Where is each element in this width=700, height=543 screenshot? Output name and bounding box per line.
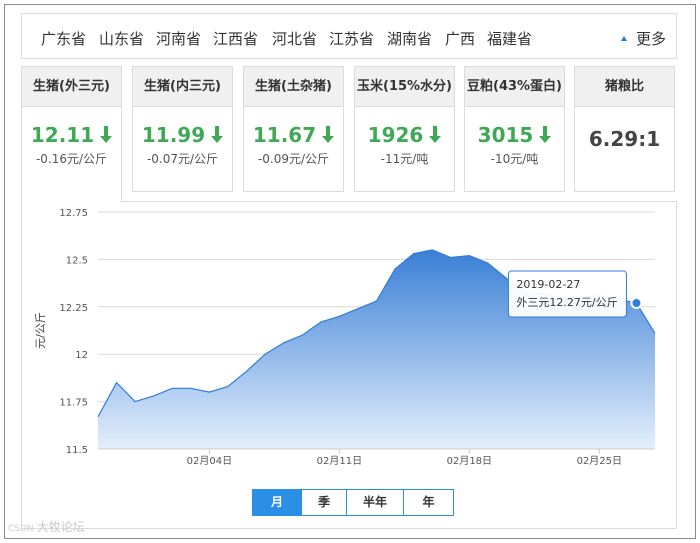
chart-panel: 12.75 12.5 12.25 12 11.75 11.5 元/公斤 02月04日 02月11… <box>21 201 677 529</box>
arrow-down-icon <box>322 126 335 144</box>
more-label: 更多 <box>635 30 666 48</box>
watermark-logo: CSDN <box>8 524 34 534</box>
watermark: CSDN 大牧论坛 <box>8 518 85 535</box>
card-price: 3015 <box>465 123 564 147</box>
highlight-point <box>630 297 643 310</box>
tab-quarter[interactable]: 季 <box>302 490 347 515</box>
arrow-down-icon <box>100 126 113 144</box>
y-tick-label: 12.75 <box>59 208 88 219</box>
x-tick-label: 02月04日 <box>187 455 232 467</box>
card-change: -10元/吨 <box>490 152 539 166</box>
card-price: 1926 <box>355 123 454 147</box>
card-title: 生猪(外三元) <box>22 67 121 107</box>
card-title: 猪粮比 <box>575 67 674 107</box>
tab-month[interactable]: 月 <box>253 490 302 515</box>
y-tick-label: 11.75 <box>59 398 88 409</box>
province-henan[interactable]: 河南省 <box>156 28 201 49</box>
price-card-pig-local[interactable]: 生猪(土杂猪) 11.67 -0.09元/公斤 <box>243 66 344 192</box>
province-guangxi[interactable]: 广西 <box>445 28 475 49</box>
card-title: 豆粕(43%蛋白) <box>465 67 564 107</box>
card-change: -0.16元/公斤 <box>35 152 108 166</box>
province-jiangxi[interactable]: 江西省 <box>213 28 258 49</box>
card-price-value: 11.67 <box>252 123 317 147</box>
arrow-down-icon <box>429 126 442 144</box>
card-price: 11.99 <box>133 123 232 147</box>
price-card-pig-grain-ratio[interactable]: 猪粮比 6.29:1 <box>574 66 675 192</box>
y-tick-label: 11.5 <box>66 445 88 456</box>
period-tabs: 月 季 半年 年 <box>252 489 454 516</box>
card-price-value: 11.99 <box>141 123 206 147</box>
card-price-value: 1926 <box>367 123 424 147</box>
x-tick-label: 02月18日 <box>447 455 492 467</box>
card-price: 12.11 <box>22 123 121 147</box>
card-title: 生猪(内三元) <box>133 67 232 107</box>
province-jiangsu[interactable]: 江苏省 <box>329 28 374 49</box>
y-tick-label: 12.5 <box>66 255 88 266</box>
tooltip-value: 外三元12.27元/公斤 <box>516 296 617 309</box>
province-fujian[interactable]: 福建省 <box>487 28 532 49</box>
tab-year[interactable]: 年 <box>404 490 453 515</box>
province-hunan[interactable]: 湖南省 <box>387 28 432 49</box>
x-tick-label: 02月11日 <box>317 455 362 467</box>
province-guangdong[interactable]: 广东省 <box>41 28 86 49</box>
card-price-value: 12.11 <box>30 123 95 147</box>
tooltip-date: 2019-02-27 <box>516 278 580 291</box>
card-title: 生猪(土杂猪) <box>244 67 343 107</box>
province-bar: 广东省 山东省 河南省 江西省 河北省 江苏省 湖南省 广西 福建省 更多 <box>21 13 677 59</box>
card-title: 玉米(15%水分) <box>355 67 454 107</box>
y-axis-label: 元/公斤 <box>34 312 47 349</box>
card-change: -0.09元/公斤 <box>257 152 330 166</box>
price-card-soymeal[interactable]: 豆粕(43%蛋白) 3015 -10元/吨 <box>464 66 565 192</box>
ratio-value: 6.29:1 <box>588 127 661 151</box>
arrow-down-icon <box>211 126 224 144</box>
arrow-down-icon <box>539 126 552 144</box>
x-tick-label: 02月25日 <box>577 455 622 467</box>
price-card-corn[interactable]: 玉米(15%水分) 1926 -11元/吨 <box>354 66 455 192</box>
y-tick-label: 12.25 <box>59 303 88 314</box>
card-change: -11元/吨 <box>380 152 429 166</box>
triangle-up-icon <box>620 36 627 41</box>
card-price: 11.67 <box>244 123 343 147</box>
price-chart: 12.75 12.5 12.25 12 11.75 11.5 元/公斤 02月04日 02月11… <box>34 208 656 467</box>
card-price-value: 3015 <box>477 123 534 147</box>
more-button[interactable]: 更多 <box>620 28 666 49</box>
tab-half-year[interactable]: 半年 <box>347 490 404 515</box>
province-hebei[interactable]: 河北省 <box>272 28 317 49</box>
price-card-pig-outer[interactable]: 生猪(外三元) 12.11 -0.16元/公斤 <box>21 66 122 202</box>
province-shandong[interactable]: 山东省 <box>99 28 144 49</box>
card-change: -0.07元/公斤 <box>146 152 219 166</box>
price-card-pig-inner[interactable]: 生猪(内三元) 11.99 -0.07元/公斤 <box>132 66 233 192</box>
watermark-text: 大牧论坛 <box>36 520 85 534</box>
y-tick-label: 12 <box>75 350 88 361</box>
